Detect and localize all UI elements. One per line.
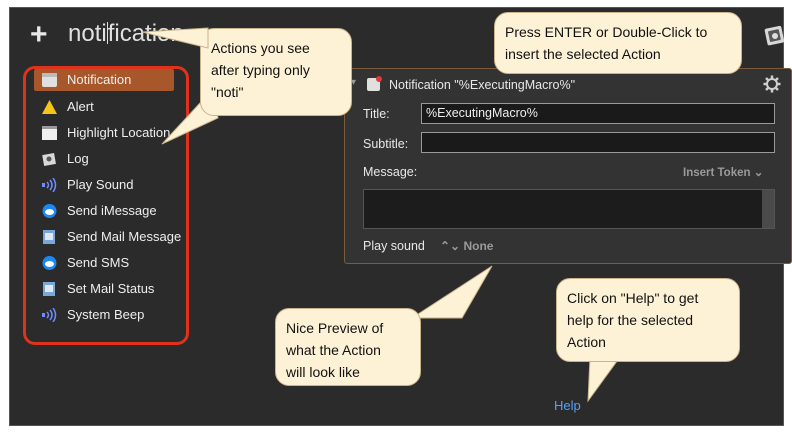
action-preview-panel: ▾ Notification "%ExecutingMacro%" Title:… (344, 68, 792, 264)
callout-enter: Press ENTER or Double-Click to insert th… (494, 12, 742, 74)
speaker-icon (42, 178, 57, 192)
action-item-play-sound[interactable]: Play Sound (26, 174, 186, 196)
play-sound-label: Play sound (363, 239, 425, 253)
callout-line: "noti" (211, 84, 244, 100)
action-item-label: Set Mail Status (67, 281, 155, 296)
action-item-notification[interactable]: Notification (34, 69, 174, 91)
callout-line: Action (567, 334, 606, 350)
callout-line: Click on "Help" to get (567, 290, 699, 306)
action-item-send-imessage[interactable]: Send iMessage (26, 200, 186, 222)
notification-icon (367, 76, 382, 91)
add-icon[interactable]: + (30, 20, 48, 50)
callout-line: what the Action (286, 342, 381, 358)
action-item-label: Send SMS (67, 255, 130, 270)
imessage-icon (42, 256, 57, 270)
alert-icon (42, 100, 57, 114)
play-sound-popup[interactable]: ⌃⌄ None (440, 239, 493, 253)
log-icon (42, 153, 56, 166)
speaker-icon (42, 308, 57, 322)
action-item-log[interactable]: Log (26, 148, 186, 170)
action-item-system-beep[interactable]: System Beep (26, 304, 186, 326)
imessage-icon (42, 204, 57, 218)
callout-line: will look like (286, 364, 360, 380)
callout-tail (587, 356, 621, 403)
help-link[interactable]: Help (554, 398, 581, 413)
insert-token-menu[interactable]: Insert Token ⌄ (683, 165, 763, 179)
message-field[interactable] (363, 189, 775, 229)
action-item-label: Alert (67, 99, 94, 114)
message-label: Message: (363, 165, 418, 179)
action-item-label: Play Sound (67, 177, 134, 192)
action-item-label: Send Mail Message (67, 229, 182, 244)
callout-preview: Nice Preview of what the Action will loo… (275, 308, 421, 386)
action-item-send-mail-message[interactable]: Send Mail Message (26, 226, 186, 248)
action-item-set-mail-status[interactable]: Set Mail Status (26, 278, 186, 300)
title-field[interactable]: %ExecutingMacro% (421, 103, 775, 124)
keyboard-maestro-icon (764, 25, 785, 46)
callout-tail (141, 27, 209, 49)
subtitle-field[interactable] (421, 132, 775, 153)
callout-line: Actions you see (211, 40, 310, 56)
preview-title: Notification "%ExecutingMacro%" (389, 78, 576, 92)
callout-actions: Actions you see after typing only "noti" (200, 28, 352, 116)
callout-line: insert the selected Action (505, 46, 661, 62)
action-item-label: Highlight Location (67, 125, 171, 140)
callout-help: Click on "Help" to get help for the sele… (556, 278, 740, 362)
message-scrollbar[interactable] (762, 190, 774, 228)
title-label: Title: (363, 107, 390, 121)
mail-icon (43, 282, 55, 296)
mail-icon (43, 230, 55, 244)
notification-icon (42, 73, 57, 87)
subtitle-label: Subtitle: (363, 137, 409, 151)
callout-line: after typing only (211, 62, 310, 78)
callout-line: help for the selected (567, 312, 694, 328)
action-item-label: Notification (67, 72, 132, 87)
callout-line: Press ENTER or Double-Click to (505, 24, 708, 40)
highlight-location-icon (42, 126, 57, 140)
action-item-send-sms[interactable]: Send SMS (26, 252, 186, 274)
search-typed-text: noti (68, 20, 107, 47)
action-item-label: Log (67, 151, 89, 166)
gear-icon[interactable] (763, 75, 781, 93)
action-item-label: Send iMessage (67, 203, 157, 218)
action-item-label: System Beep (67, 307, 145, 322)
callout-line: Nice Preview of (286, 320, 384, 336)
